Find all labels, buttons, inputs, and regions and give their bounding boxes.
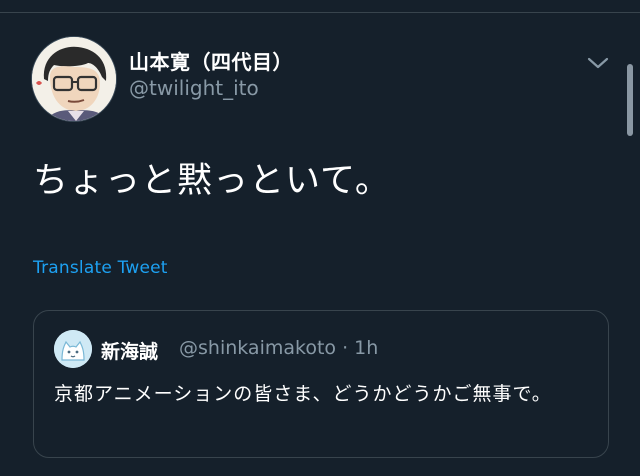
tweet-text: ちょっと黙っといて。	[33, 161, 391, 201]
quoted-author-name[interactable]: 新海誠	[101, 337, 158, 364]
author-name[interactable]: 山本寛（四代目）	[129, 46, 293, 75]
avatar[interactable]	[31, 36, 117, 122]
chevron-down-icon[interactable]	[586, 54, 610, 72]
quoted-author-handle[interactable]: @shinkaimakoto · 1h	[179, 337, 378, 359]
quoted-tweet[interactable]: 新海誠 @shinkaimakoto · 1h 京都アニメーションの皆さま、どう…	[33, 310, 609, 458]
author-handle[interactable]: @twilight_ito	[129, 76, 259, 100]
translate-tweet-link[interactable]: Translate Tweet	[33, 258, 168, 278]
quoted-avatar[interactable]	[54, 330, 92, 368]
quoted-tweet-text: 京都アニメーションの皆さま、どうかどうかご無事で。	[54, 383, 552, 405]
scrollbar[interactable]	[627, 64, 633, 136]
tweet[interactable]: 山本寛（四代目） @twilight_ito ちょっと黙っといて。 Transl…	[0, 0, 640, 476]
